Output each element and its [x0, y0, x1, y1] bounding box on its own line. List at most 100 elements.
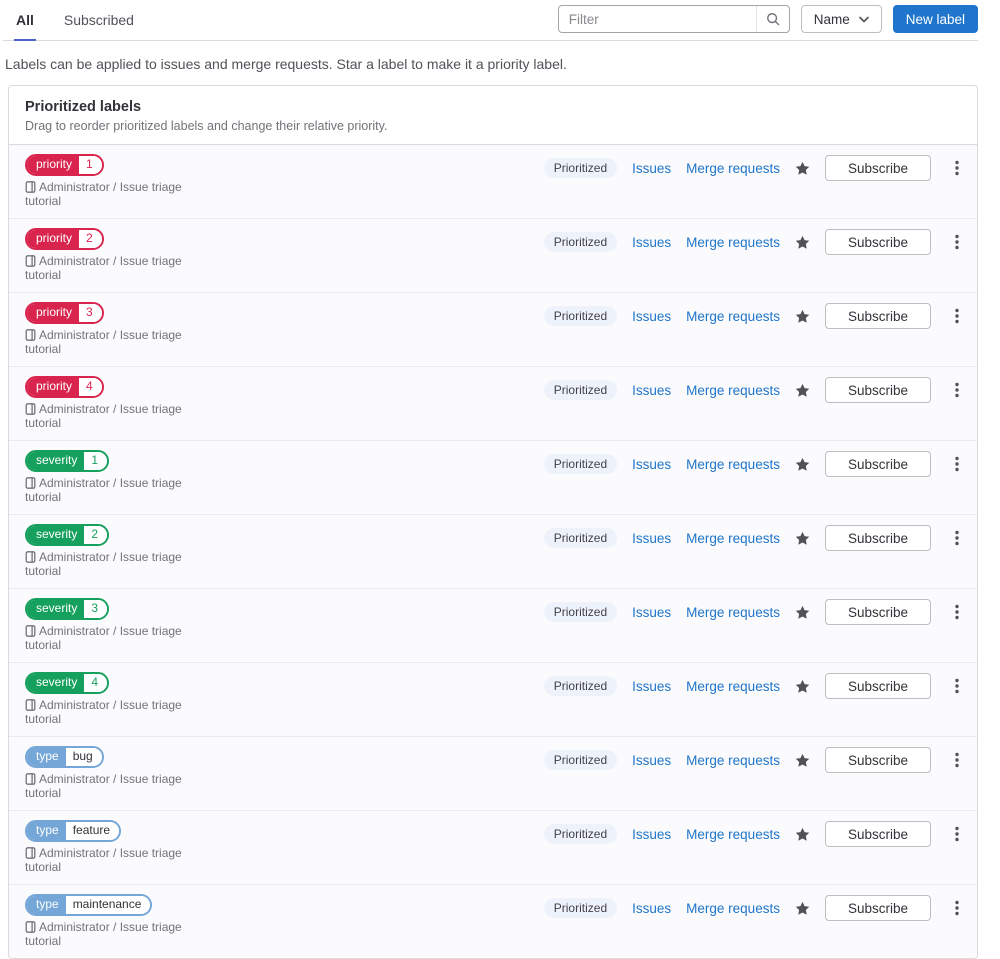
label-pill[interactable]: type feature — [25, 820, 122, 842]
search-icon[interactable] — [755, 6, 789, 32]
label-row-left: severity 1 Administrator / Issue triage … — [25, 450, 221, 504]
project-icon — [25, 181, 36, 193]
subscribe-button[interactable]: Subscribe — [824, 451, 931, 477]
new-label-button[interactable]: New label — [892, 5, 978, 33]
merge-requests-link[interactable]: Merge requests — [686, 901, 780, 916]
star-icon[interactable] — [795, 901, 810, 916]
label-row: type maintenance Administrator / Issue t… — [9, 884, 977, 958]
subscribe-button[interactable]: Subscribe — [824, 525, 931, 551]
merge-requests-link[interactable]: Merge requests — [686, 679, 780, 694]
label-pill[interactable]: priority 4 — [25, 376, 104, 398]
label-row-actions: Prioritized Issues Merge requests Subscr… — [543, 672, 961, 699]
project-path-text: Administrator / Issue triage tutorial — [25, 328, 182, 356]
card-subtitle: Drag to reorder prioritized labels and c… — [25, 119, 388, 133]
merge-requests-link[interactable]: Merge requests — [686, 161, 780, 176]
prioritized-badge: Prioritized — [543, 158, 618, 178]
star-icon[interactable] — [795, 531, 810, 546]
prioritized-badge: Prioritized — [543, 380, 618, 400]
sort-dropdown[interactable]: Name — [800, 5, 882, 33]
issues-link[interactable]: Issues — [632, 309, 671, 324]
subscribe-button[interactable]: Subscribe — [824, 673, 931, 699]
star-icon[interactable] — [795, 235, 810, 250]
subscribe-button[interactable]: Subscribe — [824, 303, 931, 329]
star-icon[interactable] — [795, 383, 810, 398]
kebab-menu-icon[interactable] — [953, 676, 961, 696]
project-path-text: Administrator / Issue triage tutorial — [25, 698, 182, 726]
issues-link[interactable]: Issues — [632, 679, 671, 694]
label-pill[interactable]: severity 4 — [25, 672, 110, 694]
labels-page: All Subscribed Name New label — [0, 0, 1000, 959]
kebab-menu-icon[interactable] — [953, 232, 961, 252]
label-pill[interactable]: priority 1 — [25, 154, 104, 176]
merge-requests-link[interactable]: Merge requests — [686, 531, 780, 546]
subscribe-button[interactable]: Subscribe — [824, 599, 931, 625]
merge-requests-link[interactable]: Merge requests — [686, 457, 780, 472]
star-icon[interactable] — [795, 161, 810, 176]
star-icon[interactable] — [795, 827, 810, 842]
issues-link[interactable]: Issues — [632, 531, 671, 546]
star-icon[interactable] — [795, 309, 810, 324]
label-row-left: type maintenance Administrator / Issue t… — [25, 894, 221, 948]
label-scope: priority — [27, 304, 80, 322]
issues-link[interactable]: Issues — [632, 161, 671, 176]
subscribe-button[interactable]: Subscribe — [824, 155, 931, 181]
kebab-menu-icon[interactable] — [953, 306, 961, 326]
subscribe-button[interactable]: Subscribe — [824, 377, 931, 403]
star-filled-glyph — [795, 753, 810, 767]
star-icon[interactable] — [795, 679, 810, 694]
label-pill[interactable]: priority 2 — [25, 228, 104, 250]
kebab-menu-icon[interactable] — [953, 158, 961, 178]
project-icon — [25, 847, 36, 859]
kebab-menu-icon[interactable] — [953, 454, 961, 474]
star-icon[interactable] — [795, 605, 810, 620]
subscribe-button[interactable]: Subscribe — [824, 229, 931, 255]
label-value: 3 — [84, 600, 108, 618]
label-value: 1 — [79, 156, 102, 174]
label-row-left: severity 3 Administrator / Issue triage … — [25, 598, 221, 652]
merge-requests-link[interactable]: Merge requests — [686, 605, 780, 620]
kebab-menu-icon[interactable] — [953, 602, 961, 622]
label-pill[interactable]: priority 3 — [25, 302, 104, 324]
vertical-ellipsis-glyph — [955, 530, 959, 546]
star-icon[interactable] — [795, 753, 810, 768]
tab-all[interactable]: All — [14, 6, 36, 41]
kebab-menu-icon[interactable] — [953, 898, 961, 918]
kebab-menu-icon[interactable] — [953, 380, 961, 400]
filter-input[interactable] — [558, 6, 756, 32]
merge-requests-link[interactable]: Merge requests — [686, 753, 780, 768]
subscribe-button[interactable]: Subscribe — [824, 895, 931, 921]
kebab-menu-icon[interactable] — [953, 528, 961, 548]
subscribe-button[interactable]: Subscribe — [824, 747, 931, 773]
merge-requests-link[interactable]: Merge requests — [686, 235, 780, 250]
filter-box — [557, 5, 790, 33]
issues-link[interactable]: Issues — [632, 605, 671, 620]
project-icon — [25, 625, 36, 637]
star-icon[interactable] — [795, 457, 810, 472]
label-row: severity 2 Administrator / Issue triage … — [9, 514, 977, 588]
label-pill[interactable]: severity 2 — [25, 524, 110, 546]
merge-requests-link[interactable]: Merge requests — [686, 309, 780, 324]
tab-subscribed[interactable]: Subscribed — [62, 6, 136, 41]
issues-link[interactable]: Issues — [632, 457, 671, 472]
label-row: severity 1 Administrator / Issue triage … — [9, 440, 977, 514]
kebab-menu-icon[interactable] — [953, 824, 961, 844]
label-pill[interactable]: severity 1 — [25, 450, 110, 472]
vertical-ellipsis-glyph — [955, 900, 959, 916]
issues-link[interactable]: Issues — [632, 827, 671, 842]
label-row-left: priority 2 Administrator / Issue triage … — [25, 228, 221, 282]
label-pill[interactable]: type bug — [25, 746, 104, 768]
merge-requests-link[interactable]: Merge requests — [686, 827, 780, 842]
issues-link[interactable]: Issues — [632, 235, 671, 250]
page-description: Labels can be applied to issues and merg… — [5, 56, 567, 72]
issues-link[interactable]: Issues — [632, 901, 671, 916]
merge-requests-link[interactable]: Merge requests — [686, 383, 780, 398]
issues-link[interactable]: Issues — [632, 383, 671, 398]
label-pill[interactable]: severity 3 — [25, 598, 110, 620]
issues-link[interactable]: Issues — [632, 753, 671, 768]
project-path: Administrator / Issue triage tutorial — [25, 476, 221, 504]
project-icon — [25, 699, 36, 711]
project-path-text: Administrator / Issue triage tutorial — [25, 846, 182, 874]
label-row-left: type bug Administrator / Issue triage tu… — [25, 746, 221, 800]
kebab-menu-icon[interactable] — [953, 750, 961, 770]
subscribe-button[interactable]: Subscribe — [824, 821, 931, 847]
